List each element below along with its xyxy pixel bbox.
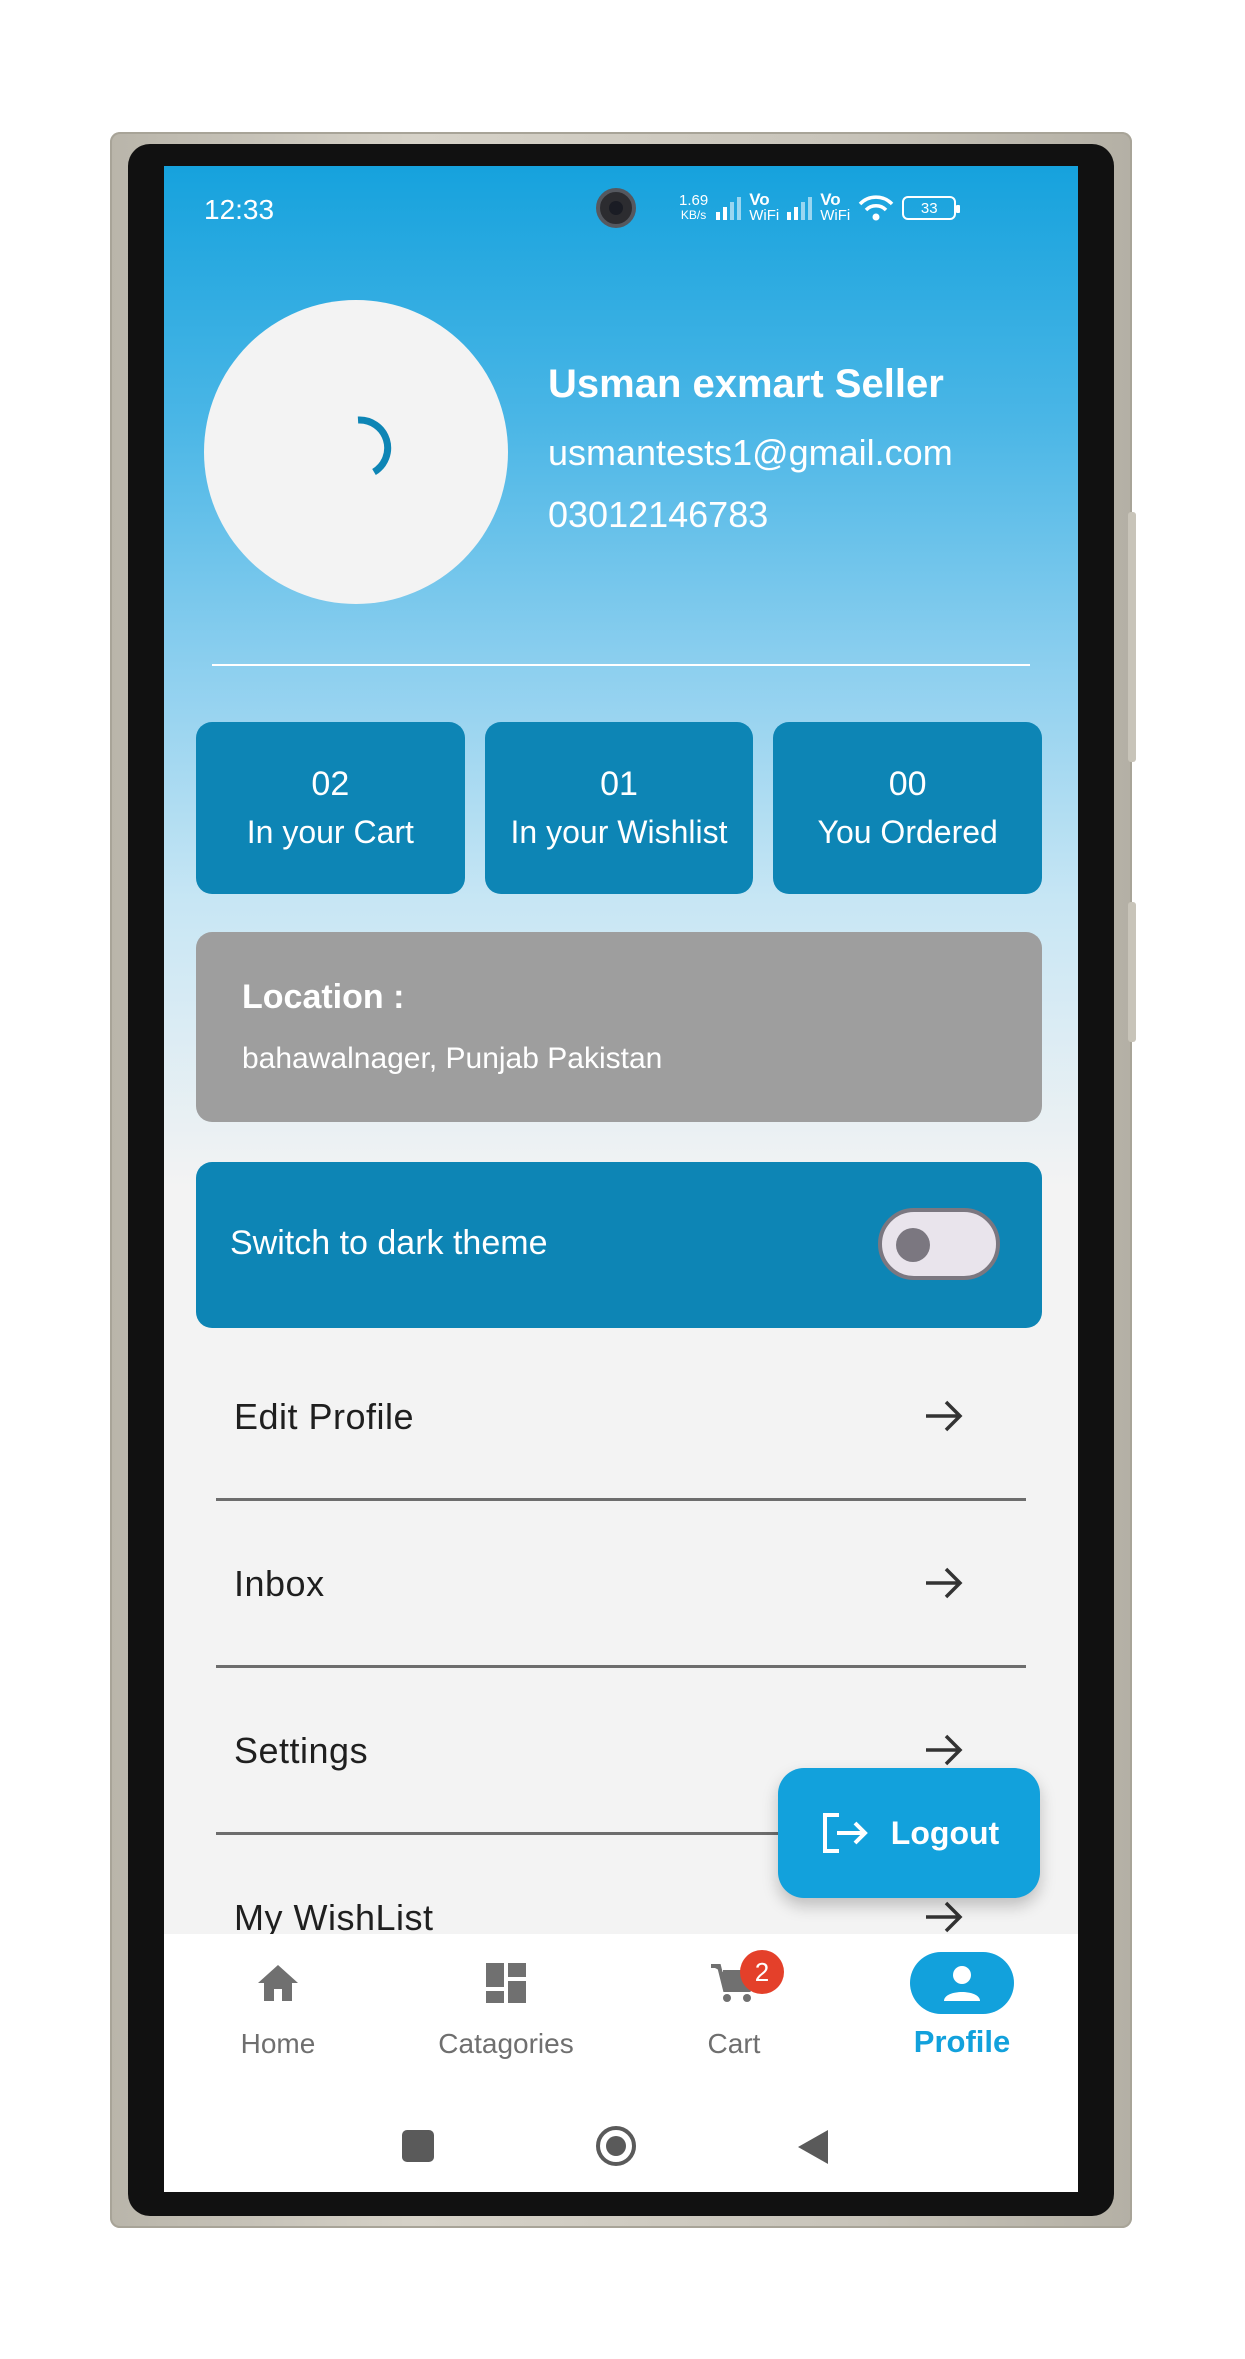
battery-icon: 33 [902,196,961,220]
nav-icon-container [226,1952,330,2014]
logout-icon [822,1813,868,1853]
recents-button-icon[interactable] [400,2128,436,2164]
stat-label: In your Cart [246,814,414,850]
battery-level: 33 [920,199,938,217]
arrow-right-icon [926,1734,963,1766]
nav-item-cart[interactable]: 2 Cart [644,1934,824,2084]
front-camera [596,188,636,228]
menu-item-label: Edit Profile [234,1396,415,1437]
user-email: usmantests1@gmail.com [548,432,953,473]
signal-icon [716,196,742,220]
stat-card-cart[interactable]: 02 In your Cart [196,722,465,894]
volte-wifi-indicator: Vo WiFi [820,190,851,224]
nav-icon-container [910,1952,1014,2014]
power-button [1128,512,1136,762]
menu-item-label: Settings [234,1730,369,1771]
nav-label: Home [240,2028,316,2059]
logout-label: Logout [890,1814,1000,1851]
nav-label: Profile [913,2024,1011,2059]
location-card: Location : bahawalnager, Punjab Pakistan [196,932,1042,1122]
stat-count: 01 [600,765,638,803]
status-icons: 1.69 KB/s Vo WiFi Vo WiFi 33 [679,190,961,226]
wifi-icon [858,195,894,221]
network-speed-unit: KB/s [680,208,707,222]
nav-item-categories[interactable]: Catagories [416,1934,596,2084]
header-divider [212,664,1030,666]
wifi-label: WiFi [749,207,780,224]
bottom-navigation: Home Catagories 2 Cart Profile [164,1934,1078,2192]
stat-card-orders[interactable]: 00 You Ordered [773,722,1043,894]
person-icon [944,1966,980,2001]
home-icon [258,1965,298,2001]
toggle-knob [896,1228,930,1262]
system-navigation-bar [164,2100,1078,2192]
network-speed: 1.69 KB/s [679,193,708,223]
theme-switch-card: Switch to dark theme [196,1162,1042,1328]
volte-label: Vo [820,190,841,209]
menu-item-label: Inbox [234,1563,325,1604]
status-time: 12:33 [204,194,275,225]
stat-label: You Ordered [817,814,998,850]
location-title: Location : [242,978,405,1016]
nav-label: Catagories [438,2028,574,2059]
avatar[interactable] [204,300,508,604]
logout-button[interactable]: Logout [778,1768,1040,1898]
menu-item-edit-profile[interactable]: Edit Profile [164,1334,1078,1501]
volte-wifi-indicator: Vo WiFi [749,190,780,224]
back-button-icon[interactable] [794,2128,830,2166]
arrow-right-icon [926,1901,963,1933]
stat-card-wishlist[interactable]: 01 In your Wishlist [484,722,754,894]
network-speed-value: 1.69 [679,192,709,209]
stat-count: 00 [888,765,927,803]
arrow-right-icon [926,1400,963,1432]
cart-badge: 2 [740,1950,784,1994]
wifi-label: WiFi [820,207,851,224]
nav-label: Cart [707,2028,761,2059]
volume-button [1128,902,1136,1042]
nav-item-profile[interactable]: Profile [872,1934,1052,2084]
dark-theme-toggle[interactable] [878,1208,1000,1280]
stat-count: 02 [311,765,350,803]
app-screen: 12:33 1.69 KB/s Vo WiFi Vo WiFi 33 Usman… [164,166,1078,2192]
home-circle-button-icon[interactable] [594,2124,638,2168]
user-phone: 03012146783 [548,494,769,535]
dashboard-icon [486,1963,526,2003]
theme-switch-label: Switch to dark theme [230,1224,548,1262]
nav-icon-container [454,1952,558,2014]
stats-row: 02 In your Cart 01 In your Wishlist 00 Y… [196,722,1043,894]
volte-label: Vo [749,190,770,209]
profile-menu: Edit Profile Inbox Settings My WishList [164,1334,1078,2002]
stat-label: In your Wishlist [510,814,728,850]
user-name: Usman exmart Seller [548,362,944,406]
loading-spinner-icon [357,416,392,476]
signal-icon [787,196,813,220]
nav-item-home[interactable]: Home [188,1934,368,2084]
menu-item-label: My WishList [234,1897,434,1938]
status-bar: 12:33 1.69 KB/s Vo WiFi Vo WiFi 33 [164,166,1078,246]
arrow-right-icon [926,1567,963,1599]
location-value: bahawalnager, Punjab Pakistan [242,1042,663,1075]
menu-item-inbox[interactable]: Inbox [164,1501,1078,1668]
